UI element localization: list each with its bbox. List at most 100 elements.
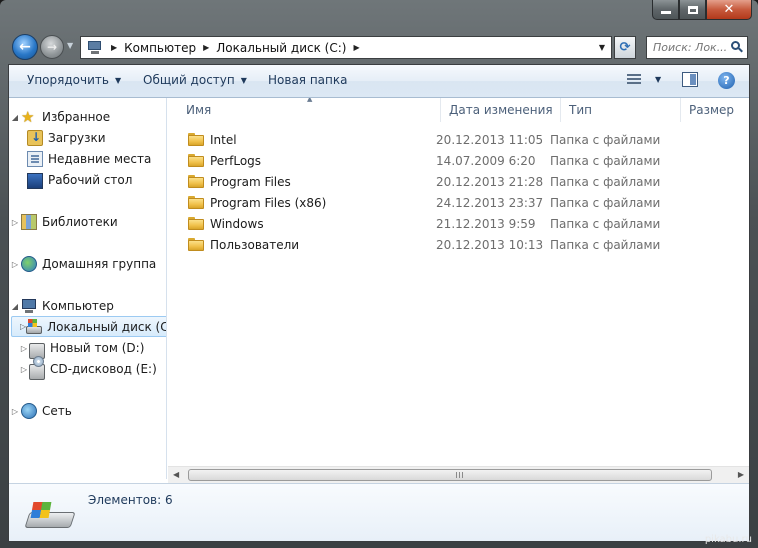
computer-icon — [21, 298, 37, 314]
table-row[interactable]: Windows 21.12.2013 9:59 Папка с файлами — [174, 213, 664, 234]
table-row[interactable]: Program Files 20.12.2013 21:28 Папка с ф… — [174, 171, 664, 192]
downloads-icon — [27, 130, 43, 146]
expand-triangle-icon[interactable]: ▷ — [9, 260, 21, 269]
address-bar[interactable]: ▶ Компьютер ▶ Локальный диск (C:) ▶ ▼ — [80, 36, 612, 59]
address-dropdown-button[interactable]: ▼ — [593, 37, 611, 58]
chevron-right-icon[interactable]: ▶ — [203, 43, 209, 52]
star-icon: ★ — [21, 108, 35, 126]
nav-recent-label: Недавние места — [48, 152, 152, 166]
nav-homegroup-label: Домашняя группа — [42, 257, 157, 271]
minimize-icon — [660, 11, 671, 14]
expand-triangle-icon[interactable]: ▷ — [9, 218, 21, 227]
watermark-text: pikabu.ru — [704, 534, 752, 545]
minimize-button[interactable] — [652, 0, 679, 20]
caption-buttons: ✕ — [652, 0, 752, 21]
nav-favorites-label: Избранное — [42, 110, 111, 124]
chevron-right-icon[interactable]: ▶ — [353, 43, 359, 52]
new-folder-label: Новая папка — [268, 73, 348, 87]
refresh-button[interactable]: ⟳ — [614, 36, 636, 59]
column-name-label: Имя — [186, 103, 212, 117]
nav-homegroup[interactable]: ▷ Домашняя группа — [9, 254, 156, 274]
nav-libraries-label: Библиотеки — [42, 215, 118, 229]
maximize-icon — [687, 5, 698, 14]
expand-triangle-icon[interactable]: ▷ — [9, 407, 21, 416]
expand-triangle-icon[interactable]: ▷ — [19, 344, 29, 353]
column-header-type[interactable]: Тип — [561, 98, 681, 122]
folder-icon — [188, 217, 204, 230]
organize-label: Упорядочить — [27, 73, 109, 87]
help-icon: ? — [723, 74, 730, 87]
breadcrumb-local-disk[interactable]: Локальный диск (C:) — [216, 41, 346, 55]
file-name: Program Files — [210, 174, 291, 189]
column-header-date[interactable]: Дата изменения — [441, 98, 561, 122]
nav-libraries[interactable]: ▷ Библиотеки — [9, 212, 118, 232]
forward-arrow-icon: → — [46, 40, 58, 54]
nav-desktop[interactable]: Рабочий стол — [27, 170, 132, 190]
organize-button[interactable]: Упорядочить ▼ — [27, 73, 121, 87]
navigation-pane: ◢ ★ Избранное Загрузки Недавние места Ра… — [9, 98, 167, 479]
back-button[interactable]: ← — [12, 34, 38, 60]
file-date: 20.12.2013 10:13 — [436, 237, 544, 252]
column-header-size[interactable]: Размер — [681, 98, 749, 122]
grip-icon — [456, 472, 463, 478]
nav-local-disk-label: Локальный диск (C:) — [47, 319, 167, 334]
table-row[interactable]: Intel 20.12.2013 11:05 Папка с файлами — [174, 129, 664, 150]
preview-pane-button[interactable] — [682, 72, 698, 87]
desktop-icon — [27, 173, 43, 189]
back-arrow-icon: ← — [19, 39, 31, 55]
change-view-button[interactable]: ▼ — [627, 73, 661, 85]
file-date: 20.12.2013 21:28 — [436, 174, 544, 189]
expand-triangle-icon[interactable]: ▷ — [19, 365, 29, 374]
forward-button[interactable]: → — [40, 35, 64, 59]
search-icon[interactable] — [731, 41, 743, 53]
file-name: Program Files (x86) — [210, 195, 327, 210]
nav-computer-label: Компьютер — [42, 299, 114, 313]
nav-cd-drive[interactable]: ▷ CD-дисковод (E:) — [19, 355, 157, 380]
close-button[interactable]: ✕ — [706, 0, 752, 20]
libraries-icon — [21, 214, 37, 230]
search-input[interactable] — [653, 41, 727, 54]
table-row[interactable]: Program Files (x86) 24.12.2013 23:37 Пап… — [174, 192, 664, 213]
breadcrumb-computer[interactable]: Компьютер — [124, 41, 196, 55]
file-name: Windows — [210, 216, 264, 231]
file-type: Папка с файлами — [550, 153, 661, 168]
homegroup-icon — [21, 256, 37, 272]
nav-favorites[interactable]: ◢ ★ Избранное — [9, 107, 110, 127]
chevron-down-icon: ▼ — [655, 74, 662, 84]
file-type: Папка с файлами — [550, 216, 661, 231]
recent-pages-button[interactable]: ▼ — [67, 41, 73, 50]
file-date: 14.07.2009 6:20 — [436, 153, 536, 168]
nav-computer[interactable]: ◢ Компьютер — [9, 296, 114, 316]
search-box[interactable] — [646, 36, 748, 59]
horizontal-scrollbar[interactable]: ◀ ▶ — [168, 466, 749, 483]
nav-recent-places[interactable]: Недавние места — [27, 149, 151, 169]
chevron-right-icon[interactable]: ▶ — [111, 43, 117, 52]
nav-downloads[interactable]: Загрузки — [27, 128, 106, 148]
collapse-triangle-icon[interactable]: ◢ — [9, 113, 21, 122]
new-folder-button[interactable]: Новая папка — [268, 73, 347, 87]
file-list-pane: ▲ Имя Дата изменения Тип Размер Intel 20… — [168, 98, 749, 479]
folder-icon — [188, 238, 204, 251]
column-type-label: Тип — [569, 103, 592, 117]
chevron-down-icon: ▼ — [240, 75, 247, 85]
nav-local-disk[interactable]: ▷ Локальный диск (C:) — [11, 316, 167, 337]
scrollbar-thumb[interactable] — [188, 469, 712, 481]
chevron-down-icon: ▼ — [114, 75, 122, 85]
file-date: 20.12.2013 11:05 — [436, 132, 544, 147]
table-row[interactable]: PerfLogs 14.07.2009 6:20 Папка с файлами — [174, 150, 664, 171]
file-name: Пользователи — [210, 237, 300, 252]
scroll-left-icon[interactable]: ◀ — [173, 470, 179, 479]
column-header-name[interactable]: Имя — [178, 98, 441, 122]
scroll-right-icon[interactable]: ▶ — [738, 470, 744, 479]
nav-new-volume-label: Новый том (D:) — [50, 341, 145, 355]
table-row[interactable]: Пользователи 20.12.2013 10:13 Папка с фа… — [174, 234, 664, 255]
navigation-bar: ← → ▼ ▶ Компьютер ▶ Локальный диск (C:) … — [8, 32, 750, 62]
maximize-button[interactable] — [679, 0, 706, 20]
column-date-label: Дата изменения — [449, 103, 553, 117]
help-button[interactable]: ? — [718, 72, 735, 89]
nav-network[interactable]: ▷ Сеть — [9, 401, 72, 421]
file-type: Папка с файлами — [550, 195, 661, 210]
cd-drive-icon — [29, 355, 45, 380]
collapse-triangle-icon[interactable]: ◢ — [9, 302, 21, 311]
share-button[interactable]: Общий доступ ▼ — [143, 73, 247, 87]
